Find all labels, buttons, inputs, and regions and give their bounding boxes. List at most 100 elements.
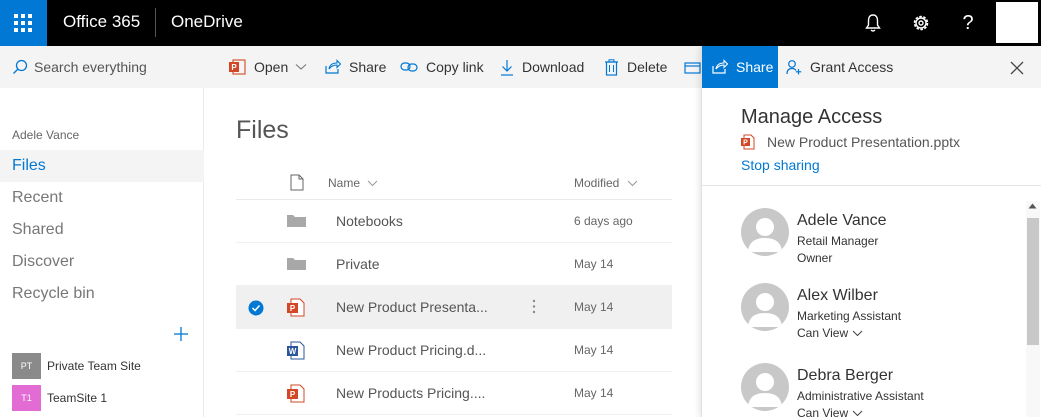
- help-icon: ?: [962, 12, 974, 34]
- table-row[interactable]: P New Products Pricing.... May 14: [236, 372, 672, 415]
- person-add-icon: [786, 60, 802, 75]
- command-bar: P Open Share Copy link Download Delete: [204, 46, 701, 88]
- delete-button[interactable]: Delete: [604, 46, 667, 88]
- nav-item-files[interactable]: Files: [0, 150, 204, 182]
- left-navigation: Adele Vance Files Recent Shared Discover…: [0, 46, 204, 417]
- file-modified: May 14: [574, 300, 614, 314]
- nav-item-discover[interactable]: Discover: [0, 246, 204, 278]
- site-label: TeamSite 1: [47, 391, 108, 405]
- notifications-button[interactable]: [861, 11, 885, 35]
- permission-dropdown[interactable]: Can View: [797, 326, 863, 340]
- download-button[interactable]: Download: [500, 46, 584, 88]
- file-name[interactable]: New Products Pricing....: [336, 385, 485, 401]
- share-icon: [712, 59, 728, 74]
- manage-access-panel: Share Grant Access Manage Access P New P…: [701, 46, 1041, 417]
- nav-user-name: Adele Vance: [12, 128, 80, 142]
- person-avatar-icon: [741, 208, 789, 256]
- name-column-label: Name: [328, 176, 361, 190]
- settings-button[interactable]: [909, 11, 933, 35]
- suite-header: Office 365 OneDrive ?: [0, 0, 1041, 46]
- delete-label: Delete: [627, 59, 668, 75]
- account-avatar-button[interactable]: [996, 2, 1038, 43]
- chevron-down-icon: [852, 410, 863, 416]
- nav-item-recycle-bin[interactable]: Recycle bin: [0, 278, 204, 310]
- tab-share[interactable]: Share: [702, 46, 778, 88]
- search-input[interactable]: [34, 57, 194, 77]
- chevron-down-icon: [295, 64, 307, 70]
- permission-label: Can View: [797, 406, 849, 417]
- file-list-header: Name Modified: [236, 164, 672, 200]
- file-modified: May 14: [574, 343, 614, 357]
- permission-label: Owner: [797, 251, 833, 265]
- svg-text:P: P: [231, 63, 237, 72]
- person-avatar-icon: [741, 283, 789, 331]
- chevron-down-icon: [627, 180, 638, 187]
- panel-title: Manage Access: [741, 106, 883, 128]
- search-icon: [13, 59, 28, 74]
- table-row[interactable]: Private May 14: [236, 243, 672, 286]
- access-list-item: Debra Berger Administrative Assistant Ca…: [741, 363, 1021, 417]
- brand-link[interactable]: Office 365: [63, 12, 140, 32]
- row-checkbox[interactable]: [248, 300, 264, 316]
- svg-text:P: P: [290, 304, 296, 313]
- stop-sharing-link[interactable]: Stop sharing: [741, 157, 820, 173]
- svg-text:P: P: [743, 140, 748, 147]
- more-vertical-icon: [532, 299, 536, 314]
- powerpoint-file-icon: P: [741, 134, 755, 150]
- add-site-button[interactable]: [172, 325, 190, 343]
- more-options-button[interactable]: [532, 299, 536, 314]
- table-row[interactable]: Notebooks 6 days ago: [236, 200, 672, 243]
- close-panel-button[interactable]: [1010, 61, 1024, 75]
- copy-link-button[interactable]: Copy link: [400, 46, 484, 88]
- modified-column-header[interactable]: Modified: [574, 176, 638, 190]
- folder-icon: [287, 255, 307, 271]
- person-role: Marketing Assistant: [797, 309, 902, 323]
- panel-tabs: Share Grant Access: [702, 46, 1041, 88]
- help-button[interactable]: ?: [956, 11, 980, 35]
- trash-icon: [605, 58, 618, 76]
- search-box: [0, 46, 204, 88]
- file-name[interactable]: New Product Presenta...: [336, 299, 488, 315]
- file-modified: May 14: [574, 386, 614, 400]
- move-icon: [684, 62, 701, 74]
- person-role: Retail Manager: [797, 234, 879, 248]
- app-name-link[interactable]: OneDrive: [171, 12, 243, 32]
- app-launcher-button[interactable]: [0, 0, 47, 46]
- powerpoint-file-icon: P: [287, 298, 305, 317]
- download-label: Download: [522, 59, 585, 75]
- nav-item-shared[interactable]: Shared: [0, 214, 204, 246]
- scrollbar-thumb[interactable]: [1027, 218, 1039, 345]
- gear-icon: [913, 15, 929, 31]
- access-list-item: Alex Wilber Marketing Assistant Can View: [741, 283, 1021, 349]
- file-modified: May 14: [574, 257, 614, 271]
- share-button[interactable]: Share: [324, 46, 386, 88]
- shared-document: P New Product Presentation.pptx: [741, 133, 960, 151]
- tab-share-label: Share: [736, 59, 774, 75]
- file-name[interactable]: New Product Pricing.d...: [336, 342, 486, 358]
- nav-item-recent[interactable]: Recent: [0, 182, 204, 214]
- permission-label: Can View: [797, 326, 849, 340]
- tab-grant-access-label: Grant Access: [810, 59, 894, 75]
- name-column-header[interactable]: Name: [328, 176, 378, 190]
- svg-text:W: W: [289, 347, 297, 356]
- table-row[interactable]: W New Product Pricing.d... May 14: [236, 329, 672, 372]
- file-modified: 6 days ago: [574, 214, 633, 228]
- download-icon: [501, 59, 513, 76]
- open-button[interactable]: P Open: [228, 46, 307, 88]
- panel-scrollbar[interactable]: [1026, 201, 1040, 417]
- waffle-icon: [14, 14, 32, 32]
- person-role: Administrative Assistant: [797, 389, 924, 403]
- tab-grant-access[interactable]: Grant Access: [786, 46, 893, 88]
- share-label: Share: [349, 59, 387, 75]
- scroll-up-arrow-icon[interactable]: [1028, 203, 1037, 209]
- site-badge: T1: [12, 385, 41, 411]
- file-name[interactable]: Private: [336, 256, 380, 272]
- file-name[interactable]: Notebooks: [336, 213, 403, 229]
- site-label: Private Team Site: [47, 359, 141, 373]
- link-icon: [400, 62, 418, 72]
- permission-dropdown[interactable]: Can View: [797, 406, 863, 417]
- file-type-icon[interactable]: [290, 174, 304, 191]
- site-badge: PT: [12, 353, 41, 379]
- document-name: New Product Presentation.pptx: [767, 134, 960, 150]
- table-row[interactable]: P New Product Presenta... May 14: [236, 286, 672, 329]
